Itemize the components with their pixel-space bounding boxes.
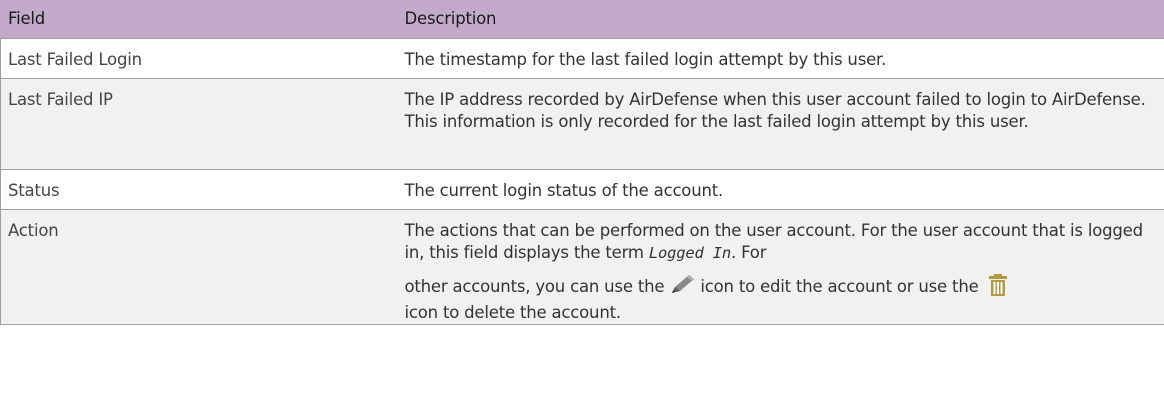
description-text: icon to edit the account or use the	[695, 277, 984, 296]
table-row: Last Failed IP The IP address recorded b…	[0, 78, 1164, 170]
column-header-field: Field	[0, 0, 397, 39]
column-header-description: Description	[396, 0, 1164, 39]
description-text: The actions that can be performed on the…	[404, 221, 1144, 262]
description-line: other accounts, you can use the icon to …	[405, 274, 1157, 324]
description-text: . For	[731, 243, 767, 262]
table-row: Status The current login status of the a…	[0, 169, 1164, 210]
description-cell: The IP address recorded by AirDefense wh…	[396, 78, 1164, 170]
field-cell: Action	[0, 209, 397, 325]
field-cell: Last Failed IP	[0, 78, 397, 170]
description-cell: The timestamp for the last failed login …	[396, 38, 1164, 79]
table-header-row: Field Description	[0, 0, 1164, 39]
logged-in-term: Logged In	[648, 244, 732, 262]
field-description-table: Field Description Last Failed Login The …	[0, 0, 1164, 325]
description-cell: The actions that can be performed on the…	[396, 209, 1164, 325]
table-row: Last Failed Login The timestamp for the …	[0, 38, 1164, 79]
field-cell: Last Failed Login	[0, 38, 397, 79]
pencil-icon	[669, 274, 695, 302]
table-row: Action The actions that can be performed…	[0, 209, 1164, 325]
field-cell: Status	[0, 169, 397, 210]
description-text: icon to delete the account.	[404, 303, 622, 322]
description-cell: The current login status of the account.	[396, 169, 1164, 210]
trash-icon	[988, 274, 1008, 302]
description-text: other accounts, you can use the	[404, 277, 670, 296]
